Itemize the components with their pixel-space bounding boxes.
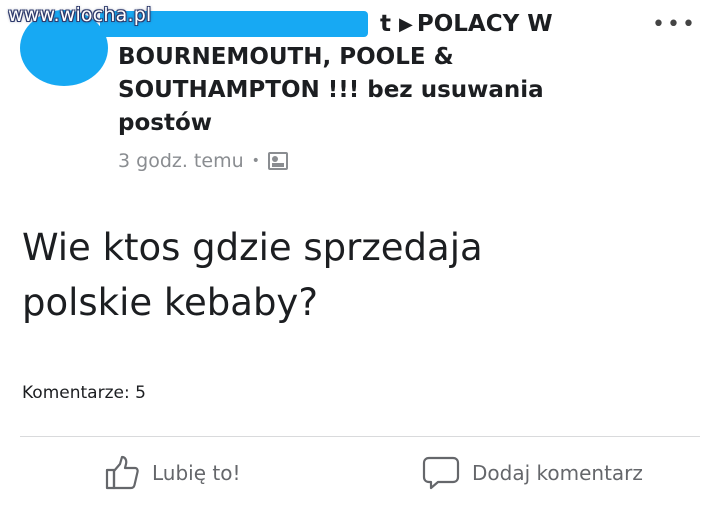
like-label: Lubię to! [152,461,241,485]
thumbs-up-icon [104,455,140,491]
like-button[interactable]: Lubię to! [104,455,240,491]
divider [20,436,700,437]
group-name-text-1: POLACY W [416,11,553,37]
group-name-line-3[interactable]: SOUTHAMPTON !!! bez usuwania [118,74,588,107]
arrow-right-icon: ▶ [399,14,413,35]
more-options-icon[interactable]: ••• [652,14,697,36]
meta-separator: • [251,153,260,169]
comment-bubble-icon [422,455,460,491]
add-comment-button[interactable]: Dodaj komentarz [422,455,643,491]
post-text-line-2: polskie kebaby? [22,281,318,324]
watermark: www.wiocha.pl [8,4,152,26]
group-name-line-2[interactable]: BOURNEMOUTH, POOLE & [118,41,588,74]
comments-count[interactable]: Komentarze: 5 [22,383,146,403]
group-name-line-1[interactable]: t ▶ POLACY W [118,8,588,41]
post-timestamp[interactable]: 3 godz. temu [118,150,244,172]
post-header: t ▶ POLACY W BOURNEMOUTH, POOLE & SOUTHAM… [118,8,588,172]
add-comment-label: Dodaj komentarz [472,461,643,485]
post-text-line-1: Wie ktos gdzie sprzedaja [22,226,483,269]
post-body: Wie ktos gdzie sprzedaja polskie kebaby? [22,220,672,330]
group-name-line-4[interactable]: postów [118,107,588,140]
author-name-tail: t [380,11,391,37]
post-meta: 3 godz. temu • [118,150,588,172]
group-audience-icon [267,152,288,170]
